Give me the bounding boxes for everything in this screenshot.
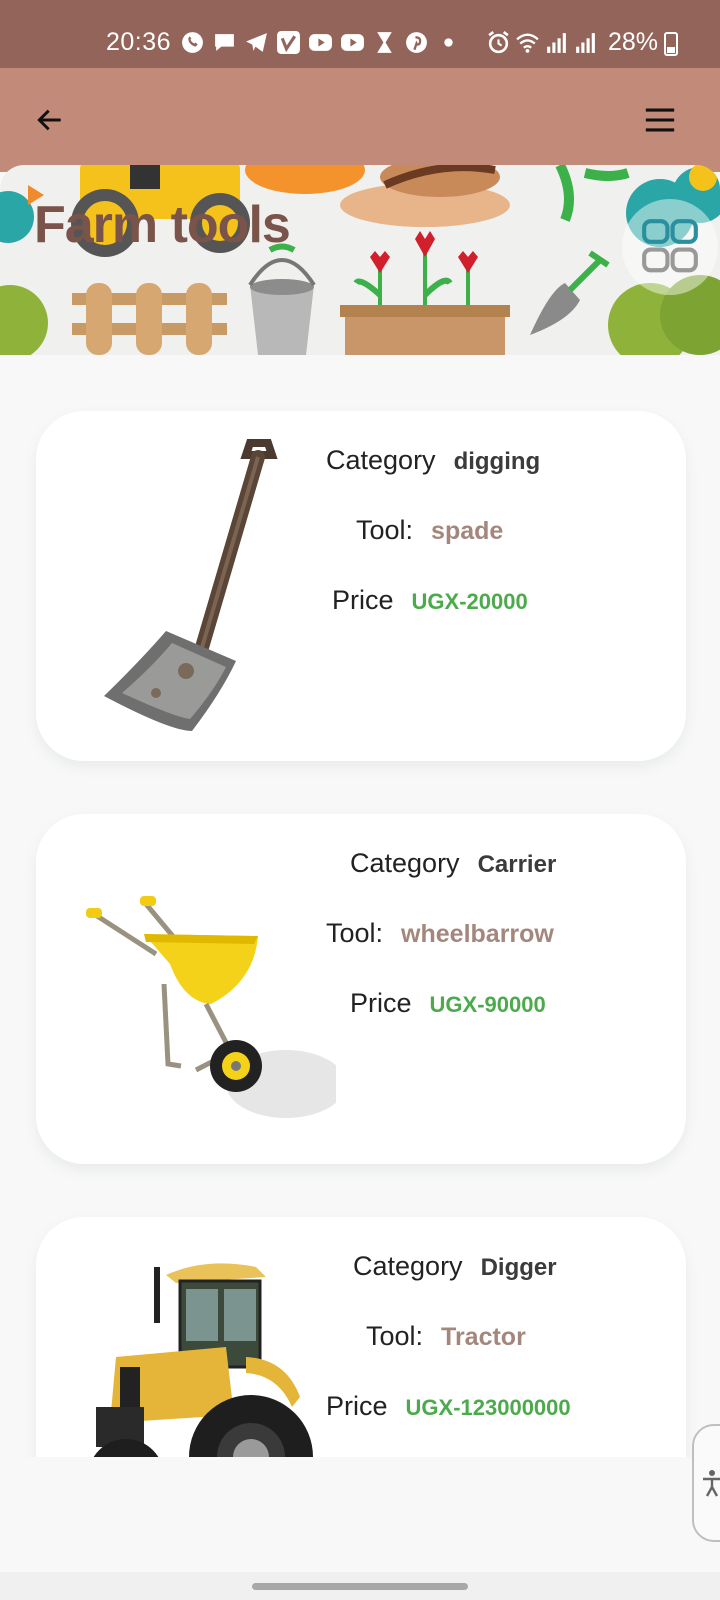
- wheelbarrow-image: [86, 896, 336, 1118]
- category-row: Category Digger: [353, 1251, 557, 1282]
- price-label: Price: [332, 585, 394, 615]
- price-value: UGX-90000: [429, 992, 546, 1017]
- hamburger-menu-icon: [645, 108, 675, 132]
- battery-percent: 28%: [608, 28, 659, 56]
- price-label: Price: [326, 1391, 388, 1421]
- floating-apps-button[interactable]: [622, 199, 718, 295]
- notification-icons: [180, 30, 461, 55]
- tool-label: Tool:: [366, 1321, 424, 1351]
- status-bar: 20:36 28%: [0, 0, 720, 68]
- tool-card[interactable]: Category digging Tool: spade Price UGX-2…: [36, 411, 686, 761]
- price-row: Price UGX-123000000: [326, 1391, 571, 1422]
- tool-row: Tool: wheelbarrow: [326, 918, 554, 949]
- page-title: Farm tools: [34, 196, 291, 254]
- accessibility-icon: [703, 1470, 720, 1497]
- category-label: Category: [350, 848, 460, 878]
- menu-button[interactable]: [638, 98, 682, 142]
- home-gesture-handle[interactable]: [252, 1583, 468, 1590]
- arrow-left-icon: [37, 109, 61, 131]
- back-button[interactable]: [28, 98, 72, 142]
- tractor-image: [93, 1263, 313, 1457]
- price-row: Price UGX-90000: [350, 988, 546, 1019]
- youtube-icon: [340, 30, 365, 55]
- category-value: digging: [453, 448, 541, 475]
- category-row: Category Carrier: [350, 848, 556, 879]
- status-time: 20:36: [106, 28, 172, 56]
- farm-illustration: [0, 165, 720, 355]
- grid-icon: [642, 219, 698, 273]
- header-banner: Farm tools: [0, 165, 720, 355]
- category-value: Carrier: [477, 851, 557, 878]
- alarm-icon: [486, 30, 511, 55]
- vimeo-icon: [276, 30, 301, 55]
- tool-row: Tool: Tractor: [366, 1321, 526, 1352]
- spade-image: [104, 439, 278, 731]
- category-label: Category: [353, 1251, 463, 1281]
- youtube-icon: [308, 30, 333, 55]
- tool-label: Tool:: [356, 515, 414, 545]
- tool-name: wheelbarrow: [401, 920, 554, 948]
- tool-label: Tool:: [326, 918, 384, 948]
- category-value: Digger: [480, 1254, 557, 1281]
- price-value: UGX-123000000: [405, 1395, 571, 1420]
- wifi-icon: [515, 30, 540, 55]
- battery-icon: [664, 32, 678, 56]
- signal-icon: [544, 30, 569, 55]
- tools-list[interactable]: Category digging Tool: spade Price UGX-2…: [0, 355, 720, 1457]
- pinterest-icon: [404, 30, 429, 55]
- whatsapp-icon: [180, 30, 205, 55]
- tool-card[interactable]: Category Digger Tool: Tractor Price UGX-…: [36, 1217, 686, 1457]
- tool-card[interactable]: Category Carrier Tool: wheelbarrow Price…: [36, 814, 686, 1164]
- accessibility-button[interactable]: [692, 1424, 720, 1542]
- system-icons: [486, 30, 598, 55]
- dot-icon: [436, 30, 461, 55]
- category-label: Category: [326, 445, 436, 475]
- tool-name: spade: [431, 517, 504, 545]
- signal-icon: [573, 30, 598, 55]
- price-label: Price: [350, 988, 412, 1018]
- price-value: UGX-20000: [411, 589, 528, 614]
- tool-name: Tractor: [441, 1323, 526, 1351]
- price-row: Price UGX-20000: [332, 585, 528, 616]
- messages-icon: [212, 30, 237, 55]
- hourglass-icon: [372, 30, 397, 55]
- tool-row: Tool: spade: [356, 515, 503, 546]
- telegram-icon: [244, 30, 269, 55]
- category-row: Category digging: [326, 445, 540, 476]
- app-bar: [0, 68, 720, 172]
